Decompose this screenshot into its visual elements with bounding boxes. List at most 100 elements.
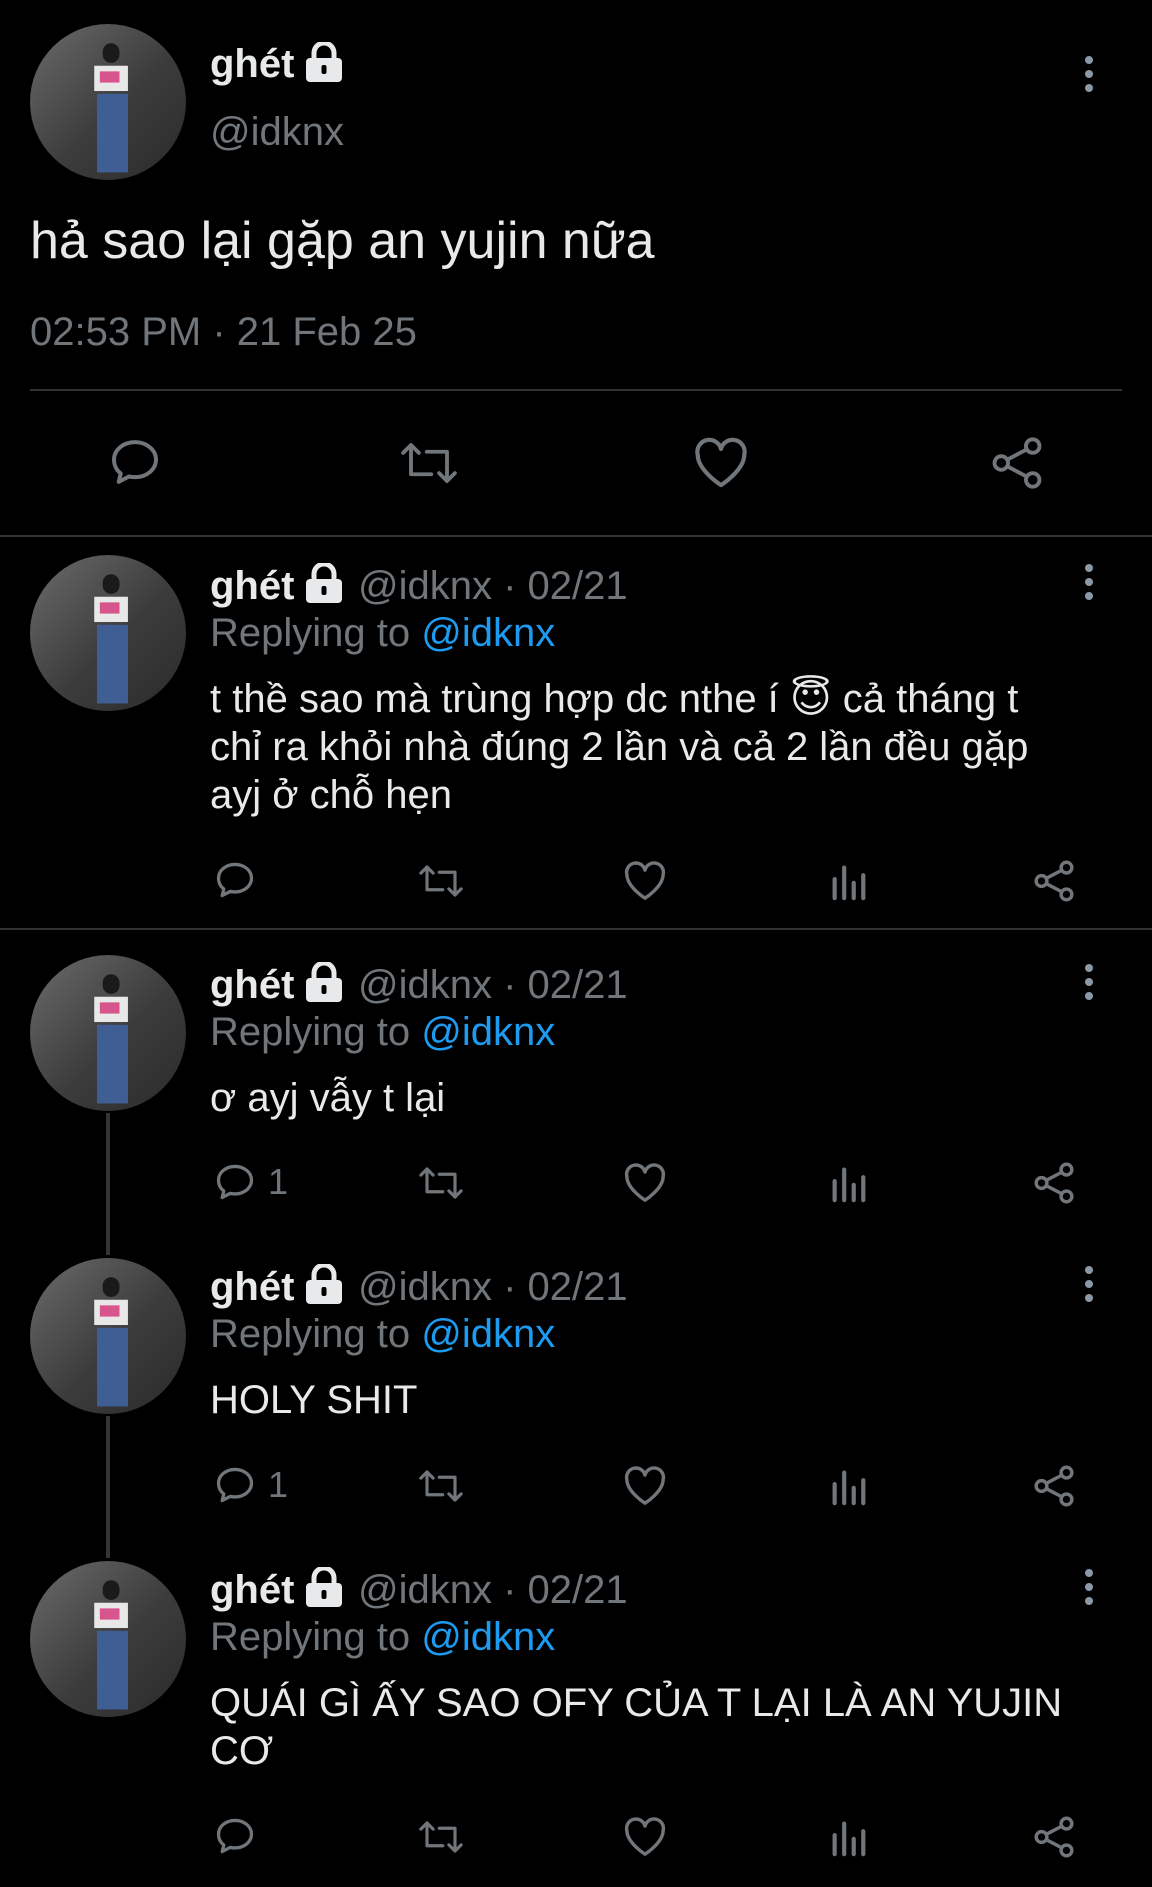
display-name[interactable]: ghét xyxy=(210,962,294,1008)
share-button[interactable] xyxy=(1031,858,1077,904)
reply-icon xyxy=(216,862,254,898)
replying-to: Replying to @idknx xyxy=(210,1614,555,1660)
replying-prefix: Replying to xyxy=(210,1615,411,1659)
share-icon xyxy=(992,437,1042,489)
handle-date[interactable]: @idknx · 02/21 xyxy=(358,1567,628,1613)
like-button[interactable] xyxy=(622,860,668,902)
analytics-button[interactable] xyxy=(828,1465,868,1507)
retweet-button[interactable] xyxy=(396,436,462,490)
handle-date[interactable]: @idknx · 02/21 xyxy=(358,1264,628,1310)
more-icon[interactable] xyxy=(1083,1569,1095,1605)
analytics-icon xyxy=(832,1821,866,1857)
retweet-icon xyxy=(419,865,463,897)
like-button[interactable] xyxy=(622,1162,668,1204)
reply-count: 1 xyxy=(268,1161,289,1202)
display-name[interactable]: ghét xyxy=(210,40,294,88)
reply-text-line: chỉ ra khỏi nhà đúng 2 lần và cả 2 lần đ… xyxy=(210,725,1029,769)
like-icon xyxy=(695,437,747,488)
retweet-button[interactable] xyxy=(414,860,468,902)
reply-text-line: HOLY SHIT xyxy=(210,1378,418,1422)
reply-button[interactable] xyxy=(212,858,268,902)
avatar-figure xyxy=(94,1277,128,1407)
avatar-figure xyxy=(94,574,128,704)
reply-text-line: ơ ayj vẫy t lại xyxy=(210,1076,446,1120)
share-button[interactable] xyxy=(1031,1814,1077,1860)
reply-icon xyxy=(216,1467,254,1503)
avatar[interactable] xyxy=(30,955,186,1111)
stats-divider xyxy=(30,389,1122,391)
replying-to: Replying to @idknx xyxy=(210,610,555,656)
share-icon xyxy=(1034,1162,1074,1204)
share-button[interactable] xyxy=(1031,1463,1077,1509)
analytics-icon xyxy=(832,865,866,901)
avatar[interactable] xyxy=(30,1561,186,1717)
section-divider xyxy=(0,535,1152,537)
reply-icon xyxy=(112,440,158,484)
retweet-icon xyxy=(419,1167,463,1199)
like-icon xyxy=(624,1466,666,1505)
avatar-figure xyxy=(94,974,128,1104)
more-icon[interactable] xyxy=(1083,1266,1095,1302)
reply-button[interactable] xyxy=(105,434,165,490)
replying-handle[interactable]: @idknx xyxy=(421,611,555,655)
analytics-button[interactable] xyxy=(828,1816,868,1858)
analytics-button[interactable] xyxy=(828,1162,868,1204)
reply-button[interactable] xyxy=(212,1814,268,1858)
like-icon xyxy=(624,1163,666,1202)
reply-icon xyxy=(216,1818,254,1854)
avatar-figure xyxy=(94,43,128,173)
share-button[interactable] xyxy=(1031,1160,1077,1206)
lock-icon xyxy=(302,1565,346,1609)
avatar[interactable] xyxy=(30,24,186,180)
reply-text-line: CƠ xyxy=(210,1729,274,1773)
display-name[interactable]: ghét xyxy=(210,563,294,609)
timestamp[interactable]: 02:53 PM · 21 Feb 25 xyxy=(30,308,417,356)
retweet-icon xyxy=(419,1821,463,1853)
retweet-icon xyxy=(401,443,457,483)
analytics-icon xyxy=(832,1167,866,1203)
share-icon xyxy=(1034,860,1074,902)
analytics-icon xyxy=(832,1470,866,1506)
avatar[interactable] xyxy=(30,1258,186,1414)
avatar[interactable] xyxy=(30,555,186,711)
reply-button[interactable]: 1 xyxy=(212,1160,288,1204)
thread-line xyxy=(106,1416,110,1558)
retweet-button[interactable] xyxy=(414,1465,468,1507)
replying-to: Replying to @idknx xyxy=(210,1009,555,1055)
more-icon[interactable] xyxy=(1083,56,1095,92)
retweet-icon xyxy=(419,1470,463,1502)
like-icon xyxy=(624,1817,666,1856)
reply-button[interactable]: 1 xyxy=(212,1463,288,1507)
reply-text-line: t thề sao mà trùng hợp dc nthe í 😇 cả th… xyxy=(210,677,1019,721)
display-name[interactable]: ghét xyxy=(210,1567,294,1613)
more-icon[interactable] xyxy=(1083,964,1095,1000)
lock-icon xyxy=(302,960,346,1004)
thread-line xyxy=(106,1113,110,1255)
like-button[interactable] xyxy=(691,436,751,490)
share-button[interactable] xyxy=(986,434,1048,492)
handle-date[interactable]: @idknx · 02/21 xyxy=(358,962,628,1008)
replying-prefix: Replying to xyxy=(210,1312,411,1356)
reply-text-line: QUÁI GÌ ẤY SAO OFY CỦA T LẠI LÀ AN YUJIN xyxy=(210,1681,1063,1725)
replying-prefix: Replying to xyxy=(210,611,411,655)
share-icon xyxy=(1034,1465,1074,1507)
avatar-figure xyxy=(94,1580,128,1710)
reply-icon xyxy=(216,1164,254,1200)
reply-count: 1 xyxy=(268,1464,289,1505)
analytics-button[interactable] xyxy=(828,860,868,902)
replying-handle[interactable]: @idknx xyxy=(421,1615,555,1659)
tweet-text: hả sao lại gặp an yujin nữa xyxy=(30,212,655,270)
like-button[interactable] xyxy=(622,1816,668,1858)
display-name[interactable]: ghét xyxy=(210,1264,294,1310)
handle-date[interactable]: @idknx · 02/21 xyxy=(358,563,628,609)
replying-prefix: Replying to xyxy=(210,1010,411,1054)
lock-icon xyxy=(302,40,346,84)
retweet-button[interactable] xyxy=(414,1162,468,1204)
section-divider xyxy=(0,928,1152,930)
replying-handle[interactable]: @idknx xyxy=(421,1312,555,1356)
more-icon[interactable] xyxy=(1083,564,1095,600)
like-button[interactable] xyxy=(622,1465,668,1507)
replying-handle[interactable]: @idknx xyxy=(421,1010,555,1054)
retweet-button[interactable] xyxy=(414,1816,468,1858)
handle[interactable]: @idknx xyxy=(210,108,344,156)
